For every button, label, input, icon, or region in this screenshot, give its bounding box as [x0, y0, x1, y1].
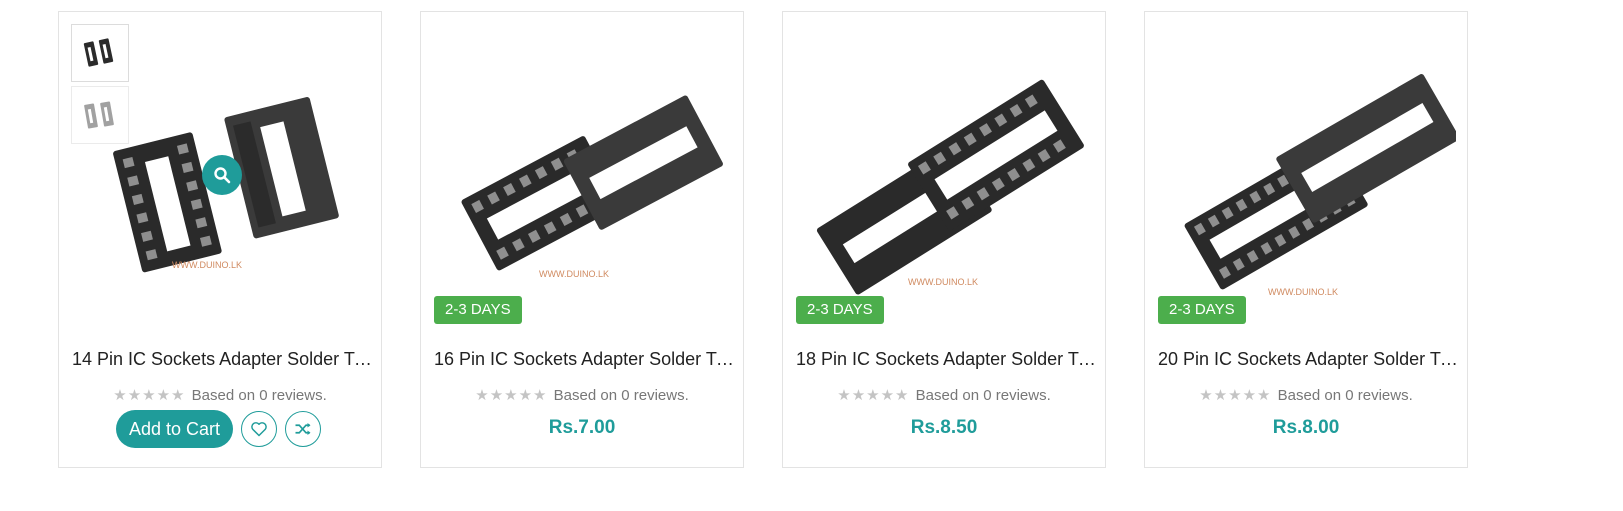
product-card[interactable]: WWW.DUINO.LK 14 Pin IC Sockets Adapter S… [58, 11, 382, 468]
rating-stars: ★★★★★ [837, 387, 910, 404]
ic-socket-image: WWW.DUINO.LK [816, 79, 1084, 295]
product-image[interactable]: WWW.DUINO.LK [1158, 25, 1456, 325]
thumbnail-image [84, 101, 114, 129]
rating-text: Based on 0 reviews. [1277, 387, 1413, 404]
product-image[interactable]: WWW.DUINO.LK [434, 25, 732, 325]
product-card[interactable]: WWW.DUINO.LK 2-3 DAYS 18 Pin IC Sockets … [782, 11, 1106, 468]
product-image[interactable]: WWW.DUINO.LK [796, 25, 1094, 325]
product-title[interactable]: 14 Pin IC Sockets Adapter Solder Ty... [72, 349, 372, 370]
add-to-cart-button[interactable]: Add to Cart [116, 410, 234, 448]
rating-stars: ★★★★★ [475, 387, 548, 404]
rating: ★★★★★ Based on 0 reviews. [421, 386, 743, 404]
rating-text: Based on 0 reviews. [191, 387, 327, 404]
ic-socket-image: WWW.DUINO.LK [461, 95, 723, 279]
heart-icon [251, 422, 267, 437]
shuffle-icon [295, 423, 311, 435]
thumbnail-2[interactable] [71, 86, 129, 144]
watermark-text: WWW.DUINO.LK [539, 269, 609, 279]
product-title[interactable]: 20 Pin IC Sockets Adapter Solder Ty... [1158, 349, 1458, 370]
watermark-text: WWW.DUINO.LK [908, 277, 978, 287]
product-price: Rs.8.00 [1272, 417, 1340, 438]
product-title[interactable]: 16 Pin IC Sockets Adapter Solder Ty... [434, 349, 734, 370]
wishlist-button[interactable] [241, 411, 278, 447]
ic-socket-image: WWW.DUINO.LK [1184, 74, 1456, 297]
watermark-text: WWW.DUINO.LK [172, 260, 242, 270]
delivery-badge: 2-3 DAYS [796, 296, 884, 324]
product-card[interactable]: WWW.DUINO.LK 2-3 DAYS 16 Pin IC Sockets … [420, 11, 744, 468]
rating-text: Based on 0 reviews. [915, 387, 1051, 404]
watermark-text: WWW.DUINO.LK [1268, 287, 1338, 297]
rating-text: Based on 0 reviews. [553, 387, 689, 404]
rating: ★★★★★ Based on 0 reviews. [1145, 386, 1467, 404]
product-card[interactable]: WWW.DUINO.LK 2-3 DAYS 20 Pin IC Sockets … [1144, 11, 1468, 468]
delivery-badge: 2-3 DAYS [434, 296, 522, 324]
thumbnail-image [83, 38, 114, 67]
quick-view-button[interactable] [202, 155, 242, 195]
rating-stars: ★★★★★ [1199, 387, 1272, 404]
rating: ★★★★★ Based on 0 reviews. [59, 386, 381, 404]
rating-stars: ★★★★★ [113, 387, 186, 404]
product-title[interactable]: 18 Pin IC Sockets Adapter Solder Ty... [796, 349, 1096, 370]
delivery-badge: 2-3 DAYS [1158, 296, 1246, 324]
search-icon [214, 167, 231, 184]
thumbnail-strip [71, 24, 129, 148]
product-price: Rs.7.00 [548, 417, 616, 438]
card-actions: Add to Cart [116, 410, 322, 448]
rating: ★★★★★ Based on 0 reviews. [783, 386, 1105, 404]
product-price: Rs.8.50 [910, 417, 978, 438]
compare-button[interactable] [285, 411, 322, 447]
thumbnail-1[interactable] [71, 24, 129, 82]
